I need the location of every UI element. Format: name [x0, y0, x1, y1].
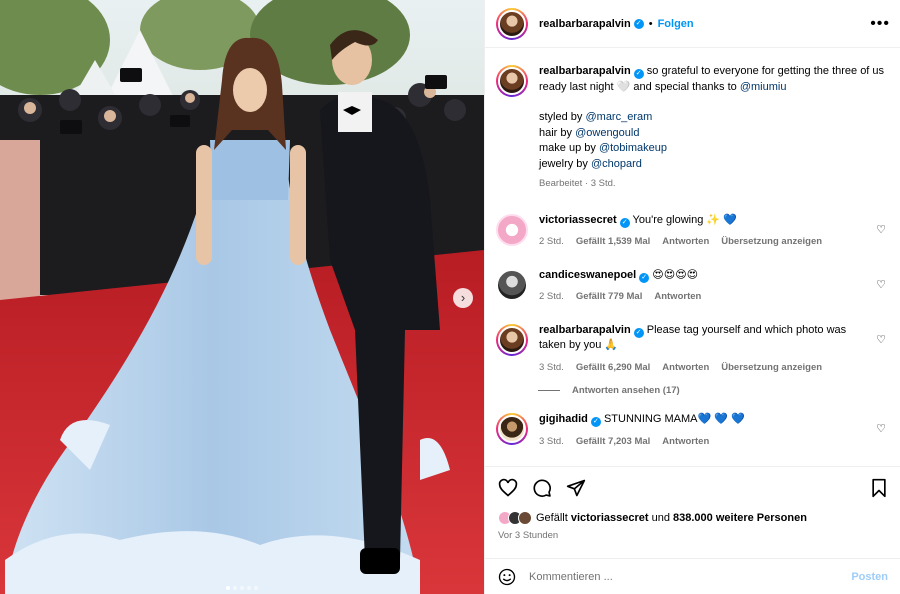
- commenter-avatar[interactable]: [496, 268, 528, 301]
- comment-likes[interactable]: Gefällt 779 Mal: [576, 289, 643, 305]
- caption-makeup-label: make up by: [539, 142, 596, 154]
- reply-button[interactable]: Antworten: [662, 234, 709, 250]
- caption-username[interactable]: realbarbarapalvin: [539, 65, 631, 77]
- comment-input[interactable]: [529, 570, 852, 583]
- post-caption: realbarbarapalvin ✓ so grateful to everyo…: [496, 64, 886, 192]
- carousel-dot: [233, 586, 237, 590]
- author-username[interactable]: realbarbarapalvin: [539, 18, 631, 30]
- verified-badge-icon: ✓: [633, 327, 644, 338]
- comment-text: 😍😍😍😍: [652, 268, 699, 281]
- verified-badge-icon: ✓: [619, 217, 630, 228]
- commenter-username[interactable]: victoriassecret: [539, 214, 617, 226]
- carousel-next-button[interactable]: ›: [453, 288, 473, 308]
- carousel-dots: [0, 586, 484, 590]
- comment-time: 2 Std.: [539, 291, 564, 302]
- like-heart-icon[interactable]: [498, 478, 518, 498]
- follow-button[interactable]: Folgen: [658, 18, 694, 30]
- verified-badge-icon: ✓: [633, 69, 644, 79]
- mention-link[interactable]: @marc_eram: [585, 111, 652, 123]
- like-comment-heart-icon[interactable]: ♡: [876, 278, 886, 305]
- comment-item: gigihadid ✓ STUNNING MAMA💙 💙 💙 3 Std. Gef…: [496, 412, 886, 449]
- translate-button[interactable]: Übersetzung anzeigen: [721, 360, 822, 376]
- comment-likes[interactable]: Gefällt 1,539 Mal: [576, 234, 650, 250]
- save-bookmark-icon[interactable]: [870, 478, 888, 498]
- comment-text: STUNNING MAMA💙 💙 💙: [603, 413, 745, 425]
- comment-time: 3 Std.: [539, 435, 564, 447]
- carousel-dot: [240, 586, 244, 590]
- share-send-icon[interactable]: [566, 478, 586, 498]
- commenter-username[interactable]: gigihadid: [539, 413, 588, 425]
- comment-bubble-icon[interactable]: [532, 478, 552, 498]
- liker-avatar: [518, 511, 532, 525]
- comment-time: 2 Std.: [539, 236, 564, 247]
- commenter-username[interactable]: realbarbarapalvin: [539, 324, 631, 336]
- view-replies-label: Antworten ansehen (17): [572, 385, 680, 396]
- caption-hair-label: hair by: [539, 126, 573, 139]
- verified-badge-icon: ✓: [633, 18, 644, 29]
- liked-by-user[interactable]: victoriassecret: [571, 512, 649, 524]
- post-photo[interactable]: ›: [0, 0, 484, 594]
- comments-list[interactable]: realbarbarapalvin ✓ so grateful to everyo…: [485, 49, 900, 465]
- carousel-dot: [226, 586, 230, 590]
- instagram-post-modal: › realbarbarapalvin ✓ • Folgen ••• realb…: [0, 0, 900, 594]
- carousel-dot: [254, 586, 258, 590]
- more-options-icon[interactable]: •••: [870, 15, 890, 31]
- mention-link[interactable]: @tobimakeup: [599, 142, 667, 154]
- carousel-dot: [247, 586, 251, 590]
- liked-by-prefix: Gefällt: [536, 512, 568, 524]
- post-comment-button[interactable]: Posten: [851, 571, 888, 583]
- comment-composer: Posten: [485, 558, 900, 594]
- author-avatar[interactable]: [496, 7, 528, 40]
- mention-link[interactable]: @miumiu: [740, 81, 787, 93]
- comment-likes[interactable]: Gefällt 6,290 Mal: [576, 360, 650, 376]
- emoji-picker-icon[interactable]: [498, 568, 516, 586]
- liked-by-and: und: [651, 512, 670, 524]
- post-header: realbarbarapalvin ✓ • Folgen •••: [485, 0, 900, 48]
- verified-badge-icon: ✓: [590, 417, 601, 427]
- comment-item: realbarbarapalvin ✓ Please tag yourself a…: [496, 323, 886, 376]
- author-avatar[interactable]: [496, 65, 528, 97]
- post-timestamp: Vor 3 Stunden: [498, 530, 559, 541]
- commenter-username[interactable]: candiceswanepoel: [539, 269, 636, 281]
- liked-by-count[interactable]: 838.000 weitere Personen: [673, 512, 807, 524]
- comment-text: You're glowing ✨ 💙: [632, 213, 737, 226]
- like-comment-heart-icon[interactable]: ♡: [876, 422, 886, 449]
- reply-button[interactable]: Antworten: [662, 434, 709, 450]
- comment-item: victoriassecret ✓ You're glowing ✨ 💙 2 St…: [496, 213, 886, 250]
- caption-styled-label: styled by: [539, 111, 583, 123]
- view-replies-button[interactable]: Antworten ansehen (17): [538, 385, 886, 396]
- caption-jewelry-label: jewelry by: [539, 157, 588, 170]
- caption-meta: Bearbeitet · 3 Std.: [539, 178, 616, 189]
- translate-button[interactable]: Übersetzung anzeigen: [721, 234, 822, 250]
- comment-item: candiceswanepoel ✓ 😍😍😍😍 2 Std. Gefällt 77…: [496, 268, 886, 305]
- reply-button[interactable]: Antworten: [654, 289, 701, 305]
- comment-time: 3 Std.: [539, 361, 564, 373]
- post-side-panel: realbarbarapalvin ✓ • Folgen ••• realbar…: [484, 0, 900, 594]
- commenter-avatar[interactable]: [496, 413, 528, 445]
- replies-line: [538, 390, 560, 391]
- red-carpet-photo: [0, 0, 484, 594]
- mention-link[interactable]: @owengould: [575, 127, 639, 139]
- like-comment-heart-icon[interactable]: ♡: [876, 223, 886, 250]
- post-actions: Gefällt victoriassecret und 838.000 weit…: [485, 466, 900, 541]
- comment-likes[interactable]: Gefällt 7,203 Mal: [576, 434, 650, 450]
- reply-button[interactable]: Antworten: [662, 360, 709, 376]
- separator-dot: •: [648, 17, 653, 30]
- like-comment-heart-icon[interactable]: ♡: [876, 333, 886, 376]
- commenter-avatar[interactable]: [496, 213, 528, 246]
- likes-summary[interactable]: Gefällt victoriassecret und 838.000 weit…: [498, 511, 888, 525]
- verified-badge-icon: ✓: [639, 272, 650, 283]
- commenter-avatar[interactable]: [496, 323, 528, 356]
- mention-link[interactable]: @chopard: [591, 158, 642, 170]
